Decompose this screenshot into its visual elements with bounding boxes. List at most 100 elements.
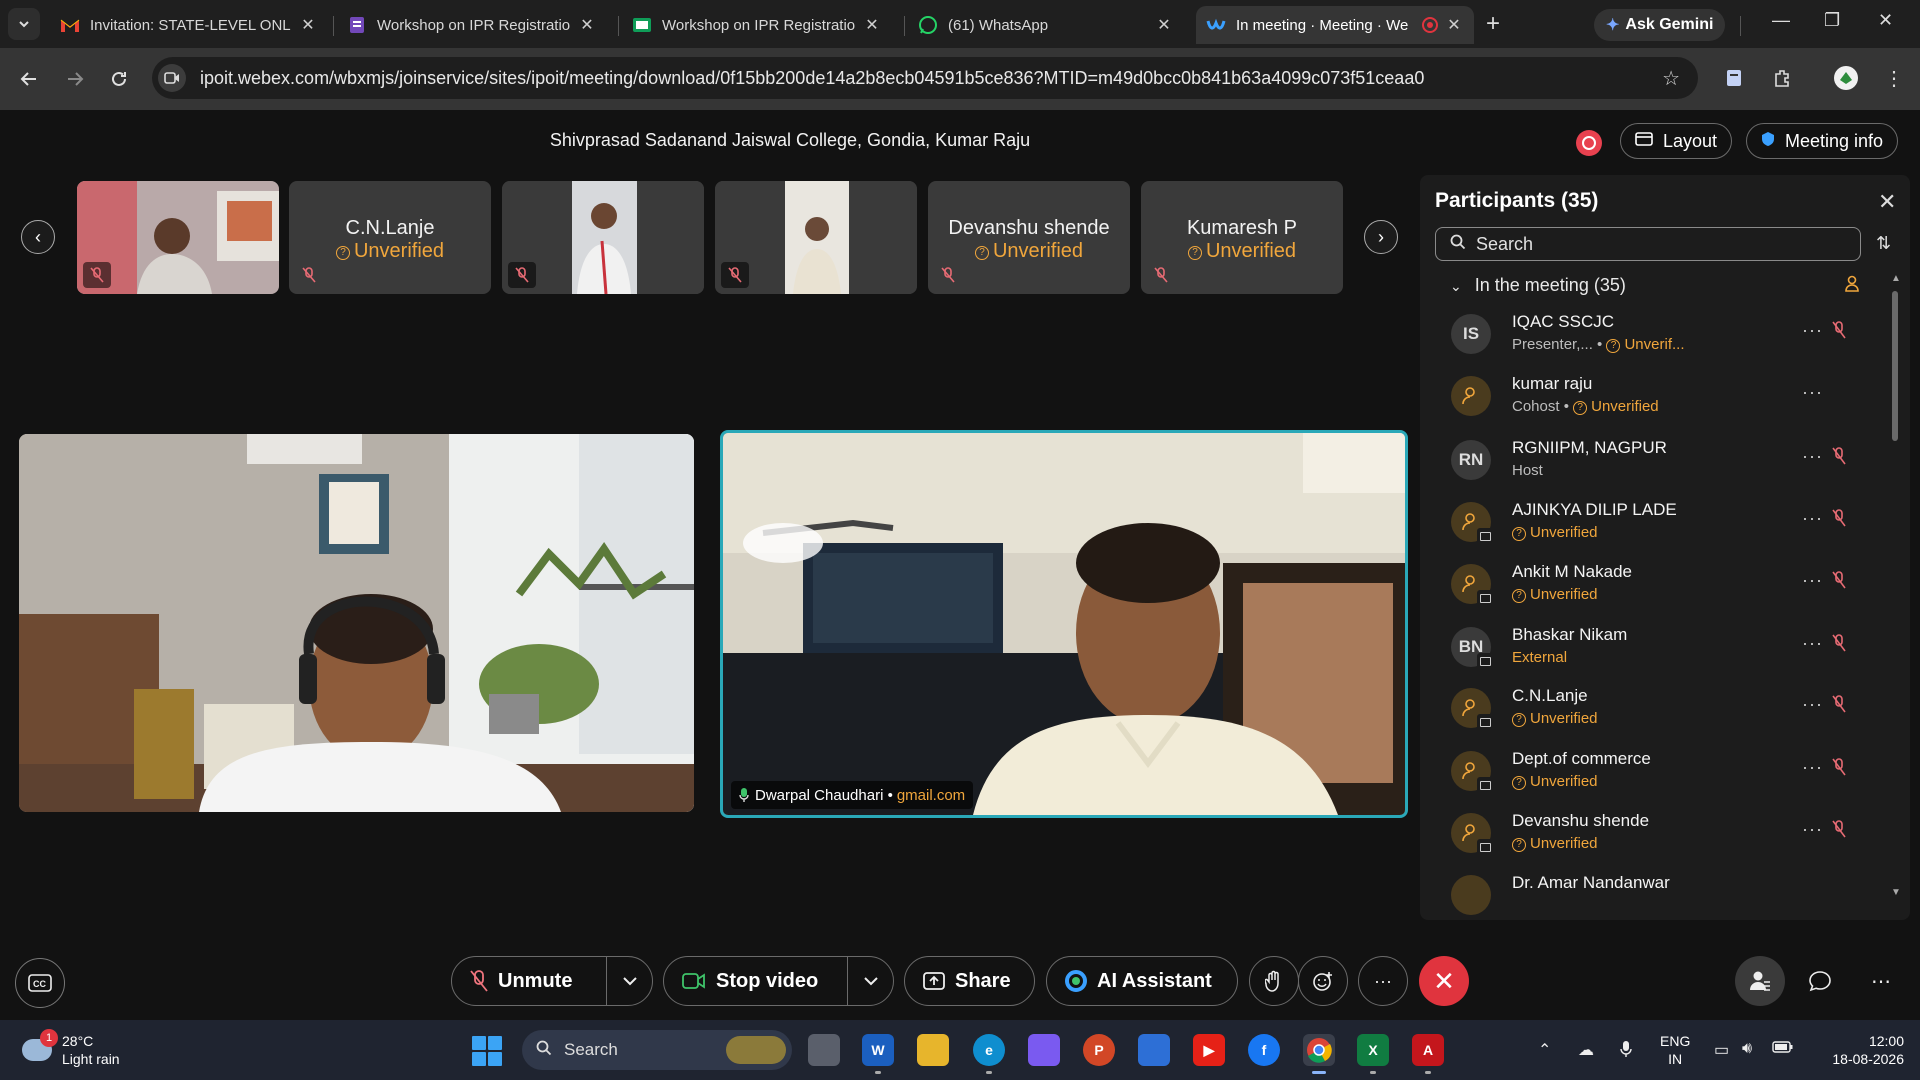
participant-row[interactable]: Dept.of commerce ? Unverified ··· [1420,745,1890,795]
audio-options-button[interactable] [606,957,652,1005]
reading-list-icon[interactable] [1720,64,1748,92]
show-hidden-icons[interactable]: ⌃ [1538,1040,1551,1060]
chrome-icon[interactable] [1303,1034,1335,1074]
close-panel-icon[interactable]: ✕ [1878,189,1896,215]
address-bar[interactable]: ipoit.webex.com/wbxmjs/joinservice/sites… [152,57,1698,99]
strip-previous-button[interactable]: ‹ [21,220,55,254]
profile-avatar[interactable] [1832,64,1860,92]
copilot-icon[interactable] [1028,1034,1060,1066]
leave-meeting-button[interactable]: ✕ [1419,956,1469,1006]
video-options-button[interactable] [847,957,893,1005]
close-icon[interactable]: ✕ [298,15,318,35]
tab-webex[interactable]: In meeting · Meeting · We ✕ [1196,6,1474,44]
participant-row[interactable]: Ankit M Nakade ? Unverified ··· [1420,558,1890,608]
task-view-icon[interactable] [808,1034,840,1066]
battery-icon[interactable] [1772,1040,1794,1059]
muted-mic-icon[interactable] [1832,634,1846,657]
forward-button[interactable] [60,64,90,94]
reactions-button[interactable] [1298,956,1348,1006]
participants-toggle-button[interactable] [1735,956,1785,1006]
word-app-icon[interactable]: W [862,1034,894,1074]
more-options-icon[interactable]: ··· [1802,570,1823,591]
back-button[interactable] [14,64,44,94]
participant-row[interactable]: kumar raju Cohost • ? Unverified ··· [1420,370,1890,420]
layout-button[interactable]: Layout [1620,123,1733,159]
participants-scrollbar[interactable]: ▲ ▼ [1891,273,1901,901]
recording-indicator-icon[interactable] [1576,130,1602,156]
participant-row[interactable]: Dr. Amar Nandanwar [1420,869,1890,919]
extensions-icon[interactable] [1768,64,1796,92]
meeting-info-button[interactable]: Meeting info [1746,123,1899,159]
close-icon[interactable]: ✕ [862,15,882,35]
tab-gmail[interactable]: Invitation: STATE-LEVEL ONLIN ✕ [50,6,328,44]
volume-icon[interactable]: 🔊︎ [1742,1040,1752,1058]
more-options-icon[interactable]: ··· [1802,508,1823,529]
facebook-icon[interactable]: f [1248,1034,1280,1066]
participant-thumbnail[interactable] [77,181,279,294]
close-icon[interactable]: ✕ [1154,15,1174,35]
participant-thumbnail[interactable] [715,181,917,294]
more-options-icon[interactable]: ··· [1802,819,1823,840]
more-options-icon[interactable]: ··· [1802,694,1823,715]
active-speaker-video[interactable]: Dwarpal Chaudhari • gmail.com [720,430,1408,818]
excel-icon[interactable]: X [1357,1034,1389,1074]
more-options-icon[interactable]: ··· [1802,320,1823,341]
file-explorer-icon[interactable] [917,1034,949,1066]
muted-mic-icon[interactable] [1832,820,1846,843]
reload-button[interactable] [104,64,134,94]
bookmark-star-icon[interactable]: ☆ [1662,66,1680,91]
participant-row[interactable]: C.N.Lanje ? Unverified ··· [1420,682,1890,732]
onedrive-icon[interactable]: ☁ [1578,1040,1594,1060]
chat-button[interactable] [1795,956,1845,1006]
microphone-icon[interactable] [1620,1040,1632,1063]
participant-group-header[interactable]: ⌄ In the meeting (35) [1450,275,1626,296]
more-options-icon[interactable]: ··· [1802,633,1823,654]
new-tab-button[interactable]: + [1486,10,1500,38]
more-options-button[interactable]: ··· [1358,956,1408,1006]
more-panels-button[interactable]: ⋯ [1856,956,1906,1006]
network-icon[interactable]: ▭ [1714,1040,1729,1060]
stop-video-button[interactable]: Stop video [664,957,847,1005]
muted-mic-icon[interactable] [1832,695,1846,718]
participant-search-input[interactable]: Search [1435,227,1861,261]
scroll-up-icon[interactable]: ▲ [1891,273,1901,284]
participant-video-left[interactable] [19,434,694,812]
participant-row[interactable]: BN Bhaskar Nikam External ··· [1420,621,1890,671]
more-options-icon[interactable]: ··· [1802,757,1823,778]
window-close-button[interactable]: ✕ [1878,10,1893,31]
start-button[interactable] [472,1036,502,1066]
participant-row[interactable]: AJINKYA DILIP LADE ? Unverified ··· [1420,496,1890,546]
muted-mic-icon[interactable] [1832,571,1846,594]
weather-widget[interactable]: 1 28°C Light rain [22,1029,120,1068]
sort-icon[interactable]: ⇅ [1876,233,1891,254]
system-clock[interactable]: 12:00 18-08-2026 [1816,1032,1904,1068]
raise-hand-button[interactable] [1249,956,1299,1006]
ask-gemini-button[interactable]: ✦ Ask Gemini [1594,9,1726,41]
powerpoint-icon[interactable]: P [1083,1034,1115,1066]
participant-row[interactable]: Devanshu shende ? Unverified ··· [1420,807,1890,857]
close-icon[interactable]: ✕ [577,15,597,35]
more-options-icon[interactable]: ··· [1802,446,1823,467]
participant-row[interactable]: IS IQAC SSCJC Presenter,... • ? Unverif..… [1420,308,1890,358]
close-icon[interactable]: ✕ [1444,15,1464,35]
share-button[interactable]: Share [904,956,1035,1006]
closed-captions-button[interactable]: CC [15,958,65,1008]
language-indicator[interactable]: ENG IN [1660,1032,1690,1068]
edge-browser-icon[interactable]: e [973,1034,1005,1074]
ai-assistant-button[interactable]: AI Assistant [1046,956,1238,1006]
more-options-icon[interactable]: ··· [1802,382,1823,403]
tab-whatsapp[interactable]: (61) WhatsApp ✕ [908,6,1184,44]
muted-mic-icon[interactable] [1832,447,1846,470]
muted-mic-icon[interactable] [1832,321,1846,344]
strip-next-button[interactable]: › [1364,220,1398,254]
participant-thumbnail[interactable]: Devanshu shende ? Unverified [928,181,1130,294]
restore-button[interactable]: ❐ [1824,10,1840,31]
participant-thumbnail[interactable]: Kumaresh P ? Unverified [1141,181,1343,294]
muted-mic-icon[interactable] [1832,758,1846,781]
scrollbar-thumb[interactable] [1892,291,1898,441]
tab-search-button[interactable] [8,8,40,40]
youtube-icon[interactable]: ▶ [1193,1034,1225,1066]
site-info-icon[interactable] [158,64,186,92]
tab-forms[interactable]: Workshop on IPR Registration ✕ [337,6,607,44]
minimize-button[interactable]: — [1772,10,1790,31]
